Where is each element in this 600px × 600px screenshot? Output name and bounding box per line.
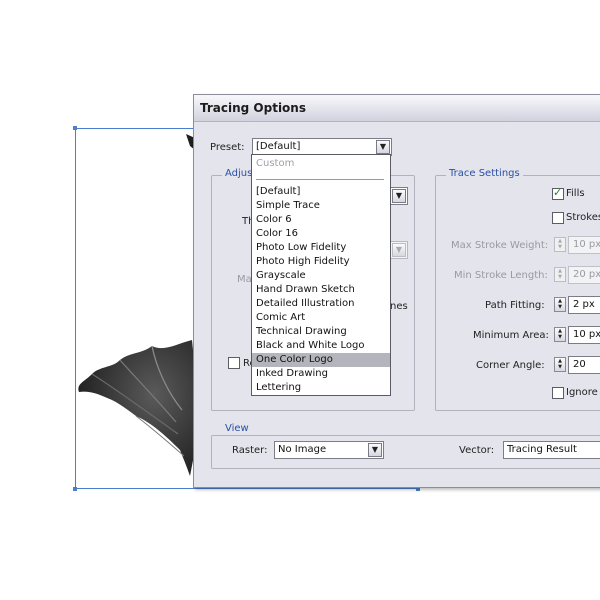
corner-angle-label: Corner Angle: <box>476 360 545 371</box>
menu-item-lettering[interactable]: Lettering <box>252 381 390 395</box>
menu-item-custom: Custom <box>256 158 295 169</box>
corner-angle-spinner[interactable]: ▲ ▼ 20 <box>554 356 600 374</box>
vector-view-value: Tracing Result <box>507 444 577 455</box>
max-stroke-weight-spinner[interactable]: ▲ ▼ 10 px <box>554 236 600 254</box>
menu-item-photo-high-fidelity[interactable]: Photo High Fidelity <box>252 255 390 269</box>
min-stroke-length-label: Min Stroke Length: <box>454 270 548 281</box>
path-fitting-field[interactable]: 2 px <box>568 296 600 314</box>
fills-label: Fills <box>566 188 585 199</box>
min-stroke-length-spinner[interactable]: ▲ ▼ 20 px <box>554 266 600 284</box>
resample-checkbox[interactable] <box>228 357 240 369</box>
strokes-label: Strokes <box>566 212 600 223</box>
minimum-area-spinner[interactable]: ▲ ▼ 10 px <box>554 326 600 344</box>
menu-item-hand-drawn-sketch[interactable]: Hand Drawn Sketch <box>252 283 390 297</box>
chevron-down-icon[interactable]: ▼ <box>368 443 382 457</box>
fills-checkbox[interactable]: ✓ <box>552 186 564 200</box>
menu-item-color-16[interactable]: Color 16 <box>252 227 390 241</box>
ignore-white-checkbox[interactable] <box>552 387 564 399</box>
menu-item-technical-drawing[interactable]: Technical Drawing <box>252 325 390 339</box>
spinner-arrows-icon[interactable]: ▲ ▼ <box>554 297 566 312</box>
menu-item-default[interactable]: [Default] <box>252 185 390 199</box>
strokes-checkbox[interactable] <box>552 212 564 224</box>
view-legend: View <box>222 423 252 434</box>
bat-wing-image <box>78 340 195 476</box>
preset-dropdown-menu[interactable]: Custom [Default] Simple Trace Color 6 Co… <box>251 154 391 396</box>
chevron-down-icon[interactable]: ▼ <box>392 243 406 257</box>
corner-angle-field[interactable]: 20 <box>568 356 600 374</box>
menu-item-detailed-illustration[interactable]: Detailed Illustration <box>252 297 390 311</box>
min-stroke-length-field[interactable]: 20 px <box>568 266 600 284</box>
output-lines-label-partial: nes <box>390 301 408 312</box>
menu-item-grayscale[interactable]: Grayscale <box>252 269 390 283</box>
spinner-arrows-icon[interactable]: ▲ ▼ <box>554 267 566 282</box>
menu-item-color-6[interactable]: Color 6 <box>252 213 390 227</box>
checkmark-icon: ✓ <box>553 186 563 199</box>
menu-separator <box>256 179 384 180</box>
minimum-area-field[interactable]: 10 px <box>568 326 600 344</box>
chevron-down-icon[interactable]: ▼ <box>376 140 390 154</box>
menu-item-inked-drawing[interactable]: Inked Drawing <box>252 367 390 381</box>
dialog-titlebar[interactable]: Tracing Options <box>194 95 600 122</box>
menu-item-comic-art[interactable]: Comic Art <box>252 311 390 325</box>
trace-settings-group <box>435 175 600 411</box>
selection-handle[interactable] <box>73 487 77 491</box>
max-stroke-weight-label: Max Stroke Weight: <box>451 240 549 251</box>
raster-view-value: No Image <box>278 444 327 455</box>
chevron-down-icon[interactable]: ▼ <box>392 189 406 203</box>
menu-item-one-color-logo[interactable]: One Color Logo <box>252 353 390 367</box>
menu-item-simple-trace[interactable]: Simple Trace <box>252 199 390 213</box>
minimum-area-label: Minimum Area: <box>473 330 549 341</box>
trace-settings-legend: Trace Settings <box>446 168 523 179</box>
spinner-arrows-icon[interactable]: ▲ ▼ <box>554 357 566 372</box>
path-fitting-spinner[interactable]: ▲ ▼ 2 px <box>554 296 600 314</box>
path-fitting-label: Path Fitting: <box>485 300 545 311</box>
vector-label: Vector: <box>459 445 495 456</box>
menu-item-black-and-white-logo[interactable]: Black and White Logo <box>252 339 390 353</box>
preset-select-value: [Default] <box>256 141 301 152</box>
max-stroke-weight-field[interactable]: 10 px <box>568 236 600 254</box>
spinner-arrows-icon[interactable]: ▲ ▼ <box>554 327 566 342</box>
raster-view-select[interactable]: No Image ▼ <box>274 441 384 459</box>
menu-item-photo-low-fidelity[interactable]: Photo Low Fidelity <box>252 241 390 255</box>
spinner-arrows-icon[interactable]: ▲ ▼ <box>554 237 566 252</box>
preset-label: Preset: <box>210 142 245 153</box>
dialog-title: Tracing Options <box>200 101 306 115</box>
ignore-label: Ignore <box>566 387 598 398</box>
selection-handle[interactable] <box>73 126 77 130</box>
raster-label: Raster: <box>232 445 268 456</box>
max-colors-label-partial: Ma <box>237 274 252 285</box>
vector-view-select[interactable]: Tracing Result <box>503 441 600 459</box>
